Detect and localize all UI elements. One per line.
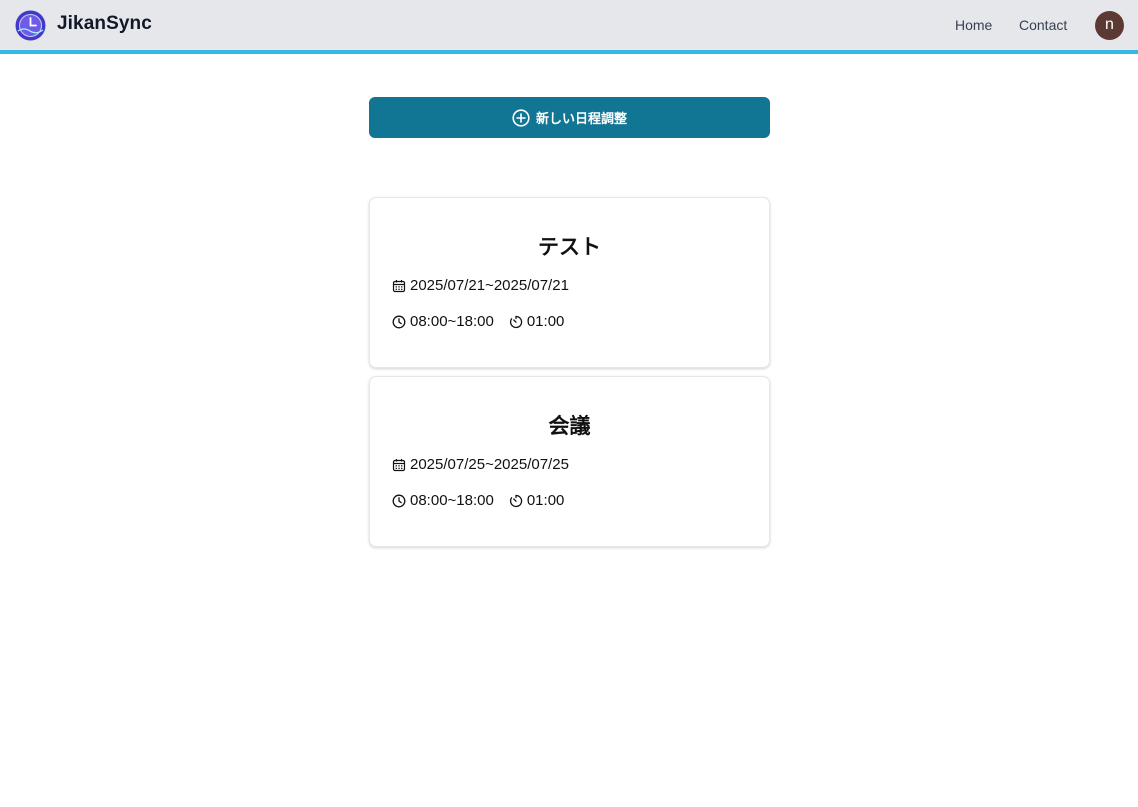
event-time-range: 08:00~18:00	[410, 313, 494, 330]
event-time-range: 08:00~18:00	[410, 492, 494, 509]
calendar-icon	[392, 458, 406, 471]
timer-icon	[509, 494, 523, 507]
event-date-range: 2025/07/25~2025/07/25	[410, 456, 569, 473]
timer-icon	[509, 315, 523, 328]
nav-contact-link[interactable]: Contact	[1019, 17, 1067, 33]
clock-logo-icon[interactable]	[15, 10, 46, 41]
event-duration: 01:00	[526, 313, 565, 330]
event-duration: 01:00	[526, 492, 565, 509]
event-time-row: 08:00~18:00 01:00	[392, 492, 564, 509]
event-card[interactable]: 会議 2025/07/25~2025/07/25 08:00~18:00 01:…	[369, 376, 770, 547]
event-date-row: 2025/07/25~2025/07/25	[392, 456, 569, 473]
user-avatar[interactable]: n	[1095, 11, 1124, 40]
nav-home-link[interactable]: Home	[955, 17, 992, 33]
clock-icon	[392, 494, 406, 507]
event-time-row: 08:00~18:00 01:00	[392, 313, 564, 330]
plus-circle-icon	[512, 108, 530, 127]
event-title: 会議	[548, 414, 591, 438]
event-date-row: 2025/07/21~2025/07/21	[392, 277, 569, 294]
clock-icon	[392, 315, 406, 328]
event-date-range: 2025/07/21~2025/07/21	[410, 277, 569, 294]
top-navbar: JikanSync Home Contact n	[0, 0, 1138, 54]
brand-name[interactable]: JikanSync	[57, 13, 152, 35]
event-title: テスト	[538, 235, 601, 259]
calendar-icon	[392, 279, 406, 292]
new-schedule-button[interactable]: 新しい日程調整	[369, 97, 770, 138]
event-card[interactable]: テスト 2025/07/21~2025/07/21 08:00~18:00 01…	[369, 197, 770, 368]
new-schedule-button-label: 新しい日程調整	[535, 112, 627, 127]
